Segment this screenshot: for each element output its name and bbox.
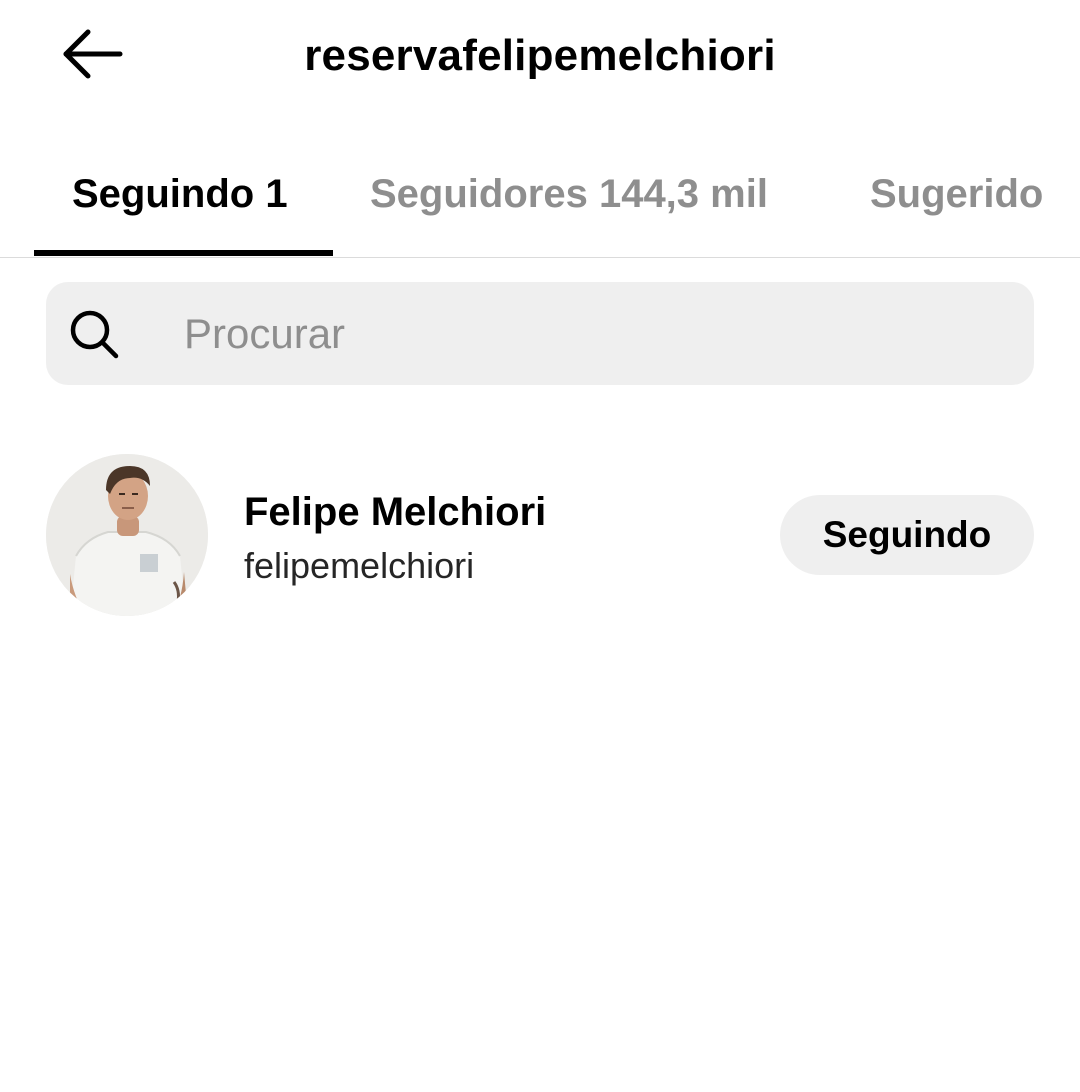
profile-photo: [46, 454, 208, 616]
list-item[interactable]: Felipe Melchiori felipemelchiori Seguind…: [0, 440, 1080, 630]
user-username[interactable]: felipemelchiori: [244, 544, 474, 588]
search-input[interactable]: [184, 308, 1004, 360]
tab-following[interactable]: Seguindo 1: [72, 168, 288, 220]
user-display-name[interactable]: Felipe Melchiori: [244, 488, 546, 536]
tab-suggested[interactable]: Sugerido: [870, 168, 1043, 220]
page-title: reservafelipemelchiori: [304, 31, 776, 80]
active-tab-indicator: [34, 250, 333, 256]
search-icon: [70, 310, 119, 359]
following-button[interactable]: Seguindo: [780, 495, 1034, 575]
tab-followers[interactable]: Seguidores 144,3 mil: [370, 168, 768, 220]
search-bar[interactable]: [46, 282, 1034, 385]
tab-bar: Seguindo 1 Seguidores 144,3 mil Sugerido: [0, 150, 1080, 258]
top-bar: reservafelipemelchiori: [0, 0, 1080, 120]
avatar[interactable]: [46, 454, 208, 616]
